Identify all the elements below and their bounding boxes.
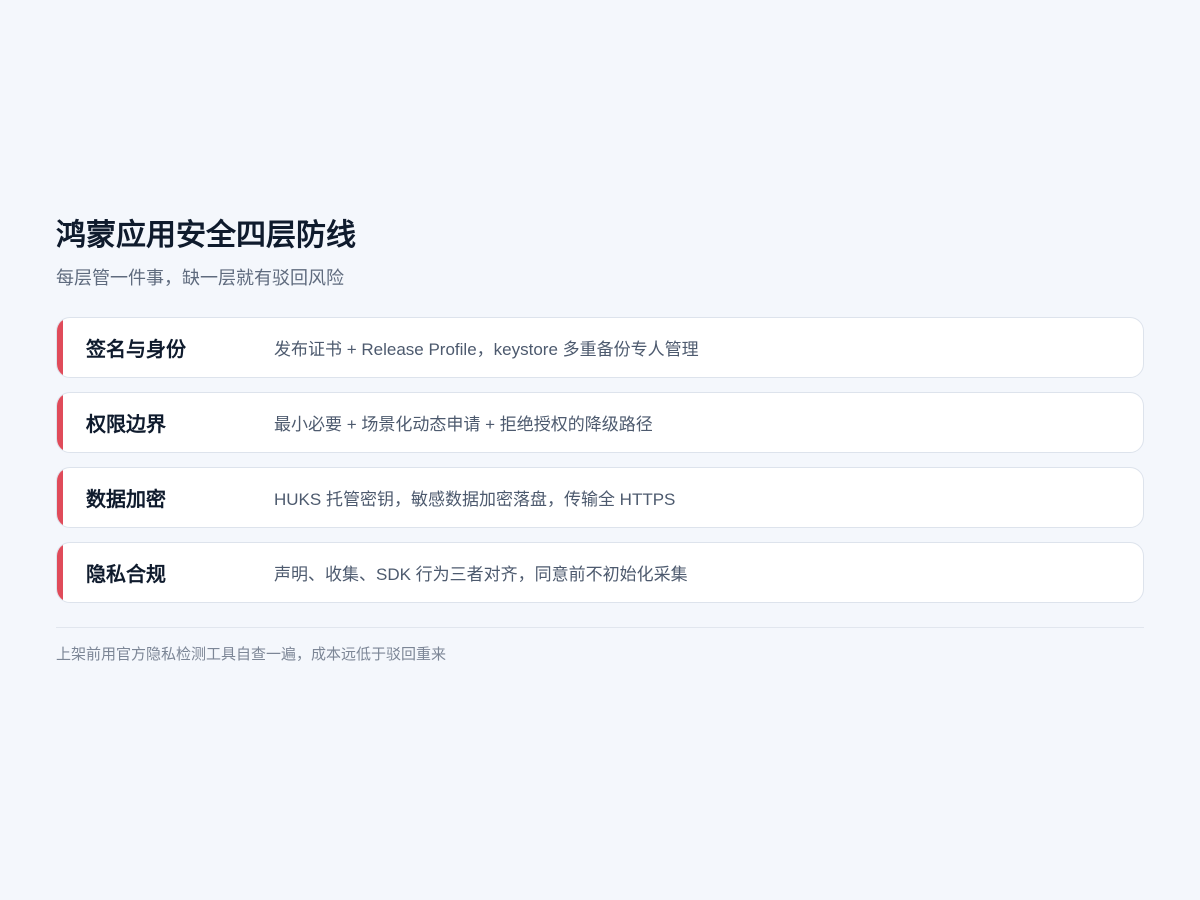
footer-note: 上架前用官方隐私检测工具自查一遍，成本远低于驳回重来	[56, 646, 447, 663]
card-label: 签名与身份	[86, 339, 186, 361]
card-description: 发布证书 + Release Profile，keystore 多重备份专人管理	[274, 340, 699, 359]
card-description: 最小必要 + 场景化动态申请 + 拒绝授权的降级路径	[274, 415, 653, 434]
card-accent-bar	[57, 543, 63, 602]
layer-list: 签名与身份 发布证书 + Release Profile，keystore 多重…	[56, 317, 1144, 603]
card-accent-bar	[57, 468, 63, 527]
page-subtitle: 每层管一件事，缺一层就有驳回风险	[56, 268, 344, 288]
card-label: 权限边界	[86, 414, 166, 436]
card-description: 声明、收集、SDK 行为三者对齐，同意前不初始化采集	[274, 565, 688, 584]
card-label: 隐私合规	[86, 564, 166, 586]
divider	[56, 627, 1144, 628]
card-label: 数据加密	[86, 489, 166, 511]
layer-card-encryption: 数据加密 HUKS 托管密钥，敏感数据加密落盘，传输全 HTTPS	[56, 467, 1144, 528]
layer-card-permissions: 权限边界 最小必要 + 场景化动态申请 + 拒绝授权的降级路径	[56, 392, 1144, 453]
card-accent-bar	[57, 318, 63, 377]
layer-card-signing: 签名与身份 发布证书 + Release Profile，keystore 多重…	[56, 317, 1144, 378]
card-accent-bar	[57, 393, 63, 452]
page-title: 鸿蒙应用安全四层防线	[56, 219, 356, 252]
slide: 鸿蒙应用安全四层防线 每层管一件事，缺一层就有驳回风险 签名与身份 发布证书 +…	[56, 212, 1144, 666]
layer-card-privacy: 隐私合规 声明、收集、SDK 行为三者对齐，同意前不初始化采集	[56, 542, 1144, 603]
card-description: HUKS 托管密钥，敏感数据加密落盘，传输全 HTTPS	[274, 490, 676, 509]
